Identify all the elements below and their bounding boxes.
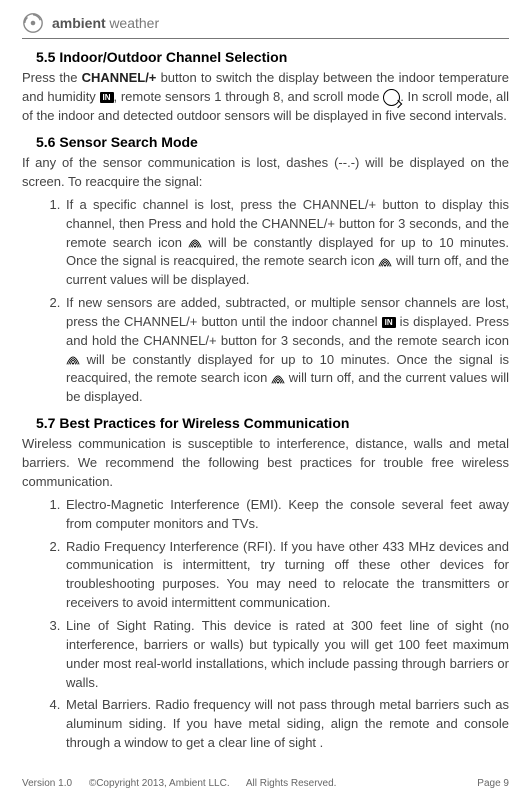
- section-5-6-item-2: If new sensors are added, subtracted, or…: [64, 294, 509, 407]
- section-5-5-body: Press the CHANNEL/+ button to switch the…: [22, 69, 509, 126]
- signal-icon: [66, 354, 80, 366]
- page-footer: Version 1.0 ©Copyright 2013, Ambient LLC…: [22, 777, 509, 792]
- scroll-mode-icon: [383, 89, 400, 106]
- section-5-7-item-1: Electro-Magnetic Interference (EMI). Kee…: [64, 496, 509, 534]
- footer-copyright: ©Copyright 2013, Ambient LLC.: [89, 778, 230, 789]
- footer-page-number: Page 9: [477, 777, 509, 792]
- signal-icon: [271, 373, 285, 385]
- section-5-6-item-1: If a specific channel is lost, press the…: [64, 196, 509, 290]
- indoor-icon: IN: [382, 317, 396, 328]
- section-5-7-list: Electro-Magnetic Interference (EMI). Kee…: [22, 496, 509, 753]
- signal-icon: [188, 237, 202, 249]
- section-5-6-list: If a specific channel is lost, press the…: [22, 196, 509, 407]
- footer-version: Version 1.0: [22, 778, 72, 789]
- header-rule: [22, 38, 509, 39]
- brand-name: ambient weather: [52, 13, 159, 34]
- section-5-6-intro: If any of the sensor communication is lo…: [22, 154, 509, 192]
- section-5-6-title: 5.6 Sensor Search Mode: [36, 132, 509, 152]
- section-5-7-intro: Wireless communication is susceptible to…: [22, 435, 509, 492]
- section-5-7-title: 5.7 Best Practices for Wireless Communic…: [36, 413, 509, 433]
- section-5-7-item-4: Metal Barriers. Radio frequency will not…: [64, 696, 509, 753]
- signal-icon: [378, 256, 392, 268]
- logo-icon: [22, 12, 44, 34]
- indoor-icon: IN: [100, 92, 114, 103]
- footer-rights: All Rights Reserved.: [246, 778, 337, 789]
- brand-header: ambient weather: [22, 12, 509, 34]
- section-5-5-title: 5.5 Indoor/Outdoor Channel Selection: [36, 47, 509, 67]
- section-5-7-item-2: Radio Frequency Interference (RFI). If y…: [64, 538, 509, 613]
- section-5-7-item-3: Line of Sight Rating. This device is rat…: [64, 617, 509, 692]
